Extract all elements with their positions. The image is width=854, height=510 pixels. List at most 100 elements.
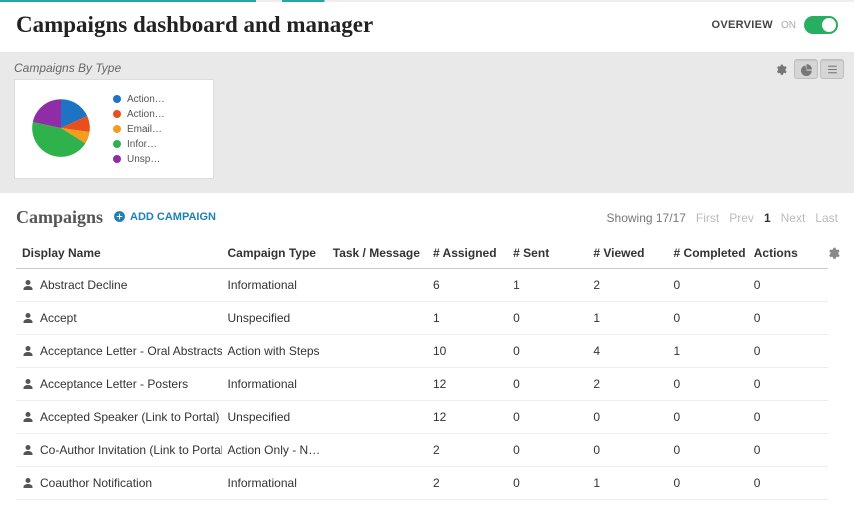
add-campaign-label: ADD CAMPAIGN [130, 211, 216, 223]
row-viewed: 4 [587, 335, 667, 368]
pie-chart [25, 92, 97, 167]
pager-first[interactable]: First [696, 211, 719, 225]
toggle-on-label: ON [781, 20, 796, 31]
row-type: Informational [222, 269, 327, 302]
legend-label: Unsp… [127, 154, 160, 165]
row-name: Acceptance Letter - Posters [40, 377, 188, 391]
table-row[interactable]: Co-Author Invitation (Link to Portal)Act… [16, 434, 828, 467]
person-icon [22, 411, 34, 423]
add-campaign-button[interactable]: ADD CAMPAIGN [113, 210, 216, 223]
table-row[interactable]: Acceptance Letter - PostersInformational… [16, 368, 828, 401]
pager-current: 1 [764, 211, 771, 225]
row-viewed: 2 [587, 368, 667, 401]
campaigns-title: Campaigns [16, 207, 103, 228]
row-actions: 0 [748, 335, 828, 368]
row-task [327, 467, 427, 500]
col-display-name[interactable]: Display Name [16, 238, 222, 269]
legend-label: Email… [127, 124, 162, 135]
plus-circle-icon [113, 210, 126, 223]
row-actions: 0 [748, 269, 828, 302]
overview-toggle[interactable] [804, 16, 838, 34]
row-assigned: 10 [427, 335, 507, 368]
row-assigned: 1 [427, 302, 507, 335]
row-completed: 0 [668, 401, 748, 434]
table-row[interactable]: AcceptUnspecified10100 [16, 302, 828, 335]
chart-title: Campaigns By Type [14, 61, 840, 75]
row-assigned: 12 [427, 401, 507, 434]
row-name: Abstract Decline [40, 278, 127, 292]
row-assigned: 6 [427, 269, 507, 302]
row-task [327, 434, 427, 467]
list-icon [826, 63, 839, 76]
legend-item[interactable]: Unsp… [113, 154, 165, 165]
row-viewed: 1 [587, 467, 667, 500]
person-icon [22, 345, 34, 357]
gear-icon [826, 246, 840, 260]
pager-prev[interactable]: Prev [729, 211, 754, 225]
col-task[interactable]: Task / Message [327, 238, 427, 269]
chart-list-view-button[interactable] [820, 59, 844, 79]
col-viewed[interactable]: # Viewed [587, 238, 667, 269]
table-row[interactable]: Accepted Speaker (Link to Portal)Unspeci… [16, 401, 828, 434]
row-type: Informational [222, 467, 327, 500]
row-task [327, 401, 427, 434]
row-task [327, 269, 427, 302]
legend-item[interactable]: Action… [113, 109, 165, 120]
row-sent: 1 [507, 269, 587, 302]
row-sent: 0 [507, 368, 587, 401]
person-icon [22, 378, 34, 390]
legend-label: Infor… [127, 139, 157, 150]
person-icon [22, 444, 34, 456]
row-viewed: 0 [587, 434, 667, 467]
col-completed[interactable]: # Completed [668, 238, 748, 269]
pager-next[interactable]: Next [781, 211, 806, 225]
row-completed: 0 [668, 467, 748, 500]
row-assigned: 2 [427, 467, 507, 500]
row-actions: 0 [748, 302, 828, 335]
row-sent: 0 [507, 434, 587, 467]
legend-swatch [113, 155, 121, 163]
row-type: Action Only - No St… [222, 434, 327, 467]
table-row[interactable]: Coauthor NotificationInformational20100 [16, 467, 828, 500]
row-completed: 0 [668, 434, 748, 467]
col-assigned[interactable]: # Assigned [427, 238, 507, 269]
row-type: Unspecified [222, 302, 327, 335]
row-viewed: 0 [587, 401, 667, 434]
campaigns-table-wrap: Display Name Campaign Type Task / Messag… [16, 238, 838, 500]
legend-item[interactable]: Email… [113, 124, 165, 135]
chart-settings-button[interactable] [768, 59, 792, 79]
col-sent[interactable]: # Sent [507, 238, 587, 269]
table-row[interactable]: Acceptance Letter - Oral AbstractsAction… [16, 335, 828, 368]
legend-label: Action… [127, 109, 165, 120]
legend-item[interactable]: Action… [113, 94, 165, 105]
row-type: Unspecified [222, 401, 327, 434]
row-name: Accept [40, 311, 77, 325]
table-header-row: Display Name Campaign Type Task / Messag… [16, 238, 828, 269]
page-title: Campaigns dashboard and manager [16, 12, 373, 38]
row-sent: 0 [507, 335, 587, 368]
legend-item[interactable]: Infor… [113, 139, 165, 150]
row-completed: 0 [668, 302, 748, 335]
pie-chart-card: Action… Action… Email… Infor… Unsp… [14, 79, 214, 179]
page-header: Campaigns dashboard and manager OVERVIEW… [0, 2, 854, 53]
row-completed: 0 [668, 269, 748, 302]
row-viewed: 2 [587, 269, 667, 302]
legend-swatch [113, 125, 121, 133]
table-row[interactable]: Abstract DeclineInformational61200 [16, 269, 828, 302]
person-icon [22, 279, 34, 291]
person-icon [22, 477, 34, 489]
table-settings-button[interactable] [826, 246, 840, 263]
row-type: Action with Steps [222, 335, 327, 368]
pager-last[interactable]: Last [815, 211, 838, 225]
pagination: Showing 17/17 First Prev 1 Next Last [607, 211, 838, 225]
row-completed: 1 [668, 335, 748, 368]
row-actions: 0 [748, 434, 828, 467]
col-actions[interactable]: Actions [748, 238, 828, 269]
row-sent: 0 [507, 401, 587, 434]
row-completed: 0 [668, 368, 748, 401]
header-controls: OVERVIEW ON [712, 16, 839, 34]
campaigns-table: Display Name Campaign Type Task / Messag… [16, 238, 828, 500]
row-task [327, 335, 427, 368]
col-campaign-type[interactable]: Campaign Type [222, 238, 327, 269]
chart-pie-view-button[interactable] [794, 59, 818, 79]
